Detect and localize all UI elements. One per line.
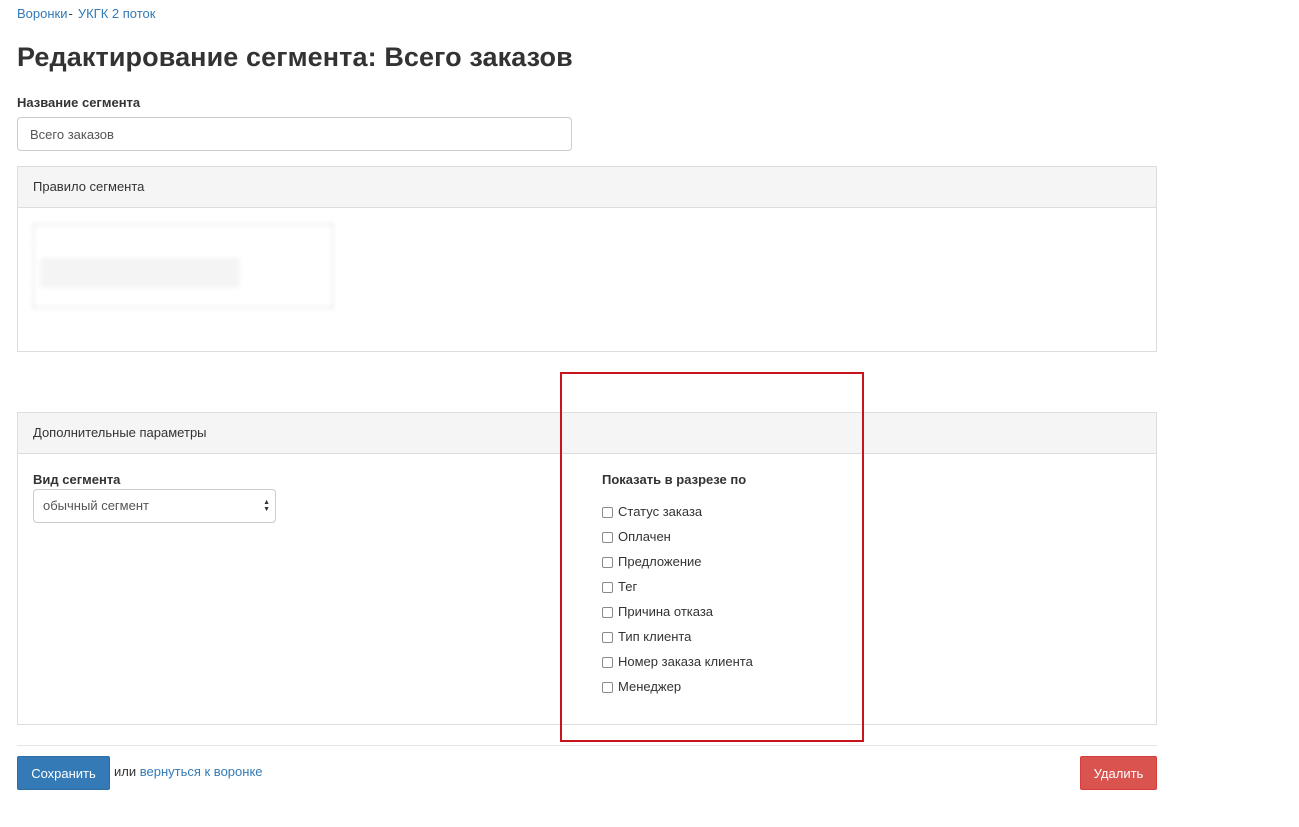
segment-rule-body bbox=[18, 208, 1156, 352]
breakdown-option-order-status[interactable]: Статус заказа bbox=[602, 499, 753, 524]
breakdown-checkbox-list: Статус заказа Оплачен Предложение Тег Пр… bbox=[602, 499, 753, 699]
breadcrumb-link-funnels[interactable]: Воронки bbox=[17, 6, 68, 21]
breakdown-option-reject-reason[interactable]: Причина отказа bbox=[602, 599, 753, 624]
checkbox[interactable] bbox=[602, 581, 613, 593]
checkbox-label: Статус заказа bbox=[618, 504, 703, 519]
segment-rule-heading: Правило сегмента bbox=[18, 167, 1156, 208]
checkbox-label: Номер заказа клиента bbox=[618, 654, 753, 669]
or-text: или bbox=[114, 764, 137, 779]
segment-name-input[interactable] bbox=[17, 117, 572, 151]
breakdown-option-client-order-number[interactable]: Номер заказа клиента bbox=[602, 649, 753, 674]
checkbox-label: Причина отказа bbox=[618, 604, 714, 619]
back-to-funnel: или вернуться к воронке bbox=[114, 764, 263, 779]
checkbox-label: Менеджер bbox=[618, 679, 682, 694]
checkbox[interactable] bbox=[602, 531, 613, 543]
checkbox[interactable] bbox=[602, 506, 613, 518]
checkbox-label: Тег bbox=[618, 579, 638, 594]
save-button[interactable]: Сохранить bbox=[17, 756, 110, 790]
breakdown-option-paid[interactable]: Оплачен bbox=[602, 524, 753, 549]
breakdown-option-offer[interactable]: Предложение bbox=[602, 549, 753, 574]
breakdown-option-client-type[interactable]: Тип клиента bbox=[602, 624, 753, 649]
blurred-rule-content bbox=[18, 212, 333, 352]
additional-params-heading: Дополнительные параметры bbox=[18, 413, 1156, 454]
checkbox-label: Оплачен bbox=[618, 529, 671, 544]
checkbox[interactable] bbox=[602, 631, 613, 643]
checkbox-label: Предложение bbox=[618, 554, 702, 569]
rule-condition-chip bbox=[40, 258, 240, 288]
select-arrows-icon: ▲ ▼ bbox=[263, 499, 270, 513]
footer-divider bbox=[17, 745, 1157, 746]
delete-button[interactable]: Удалить bbox=[1080, 756, 1157, 790]
breadcrumb-link-funnel[interactable]: УКГК 2 поток bbox=[78, 6, 156, 21]
segment-view-label: Вид сегмента bbox=[33, 472, 121, 487]
checkbox[interactable] bbox=[602, 556, 613, 568]
breadcrumb: Воронки- УКГК 2 поток bbox=[17, 6, 155, 21]
checkbox[interactable] bbox=[602, 606, 613, 618]
checkbox[interactable] bbox=[602, 656, 613, 668]
segment-view-value: обычный сегмент bbox=[43, 498, 149, 513]
segment-name-label: Название сегмента bbox=[17, 95, 141, 110]
breakdown-option-manager[interactable]: Менеджер bbox=[602, 674, 753, 699]
additional-params-panel: Дополнительные параметры Вид сегмента об… bbox=[17, 412, 1157, 725]
checkbox-label: Тип клиента bbox=[618, 629, 692, 644]
breadcrumb-separator: - bbox=[68, 6, 73, 21]
breakdown-label: Показать в разрезе по bbox=[602, 472, 747, 487]
segment-rule-panel: Правило сегмента bbox=[17, 166, 1157, 352]
back-to-funnel-link[interactable]: вернуться к воронке bbox=[140, 764, 263, 779]
additional-params-body: Вид сегмента обычный сегмент ▲ ▼ Показать… bbox=[18, 454, 1156, 725]
page-title: Редактирование сегмента: Всего заказов bbox=[17, 42, 573, 72]
segment-view-select[interactable]: обычный сегмент ▲ ▼ bbox=[33, 489, 276, 523]
checkbox[interactable] bbox=[602, 681, 613, 693]
breakdown-option-tag[interactable]: Тег bbox=[602, 574, 753, 599]
